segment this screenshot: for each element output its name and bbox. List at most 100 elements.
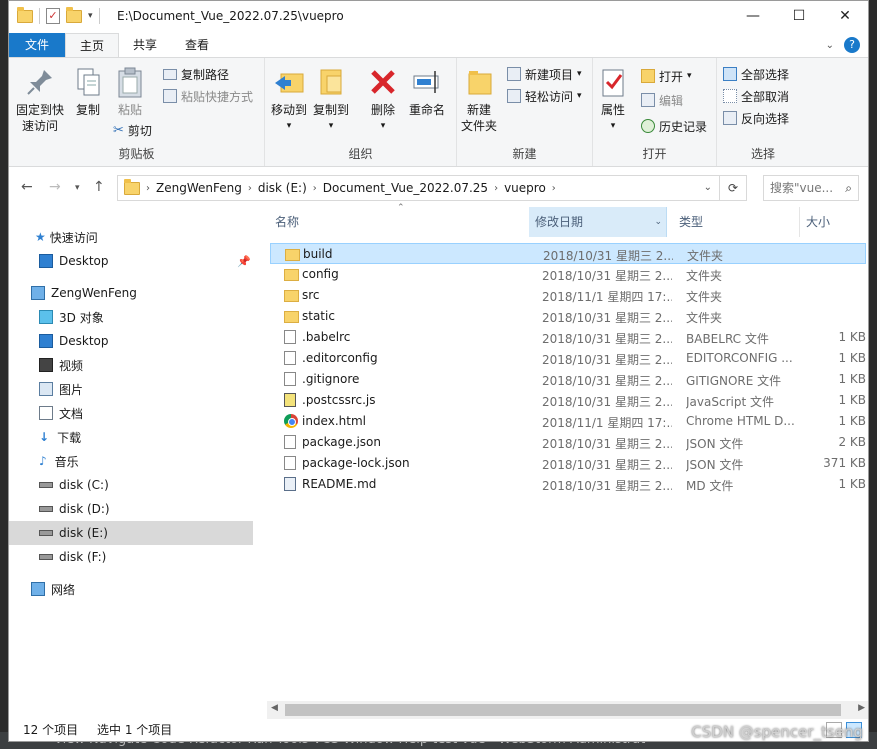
copy-to-button[interactable]: 复制到 ▾ xyxy=(311,66,351,134)
network-icon xyxy=(31,582,45,596)
table-row[interactable]: .editorconfig 2018/10/31 星期三 2... EDITORCO… xyxy=(270,348,866,369)
table-row[interactable]: .babelrc 2018/10/31 星期三 2... BABELRC 文件 1 K… xyxy=(270,327,866,348)
column-header-type[interactable]: 类型 xyxy=(679,207,789,237)
nav-pictures[interactable]: 图片 xyxy=(9,377,253,401)
nav-downloads[interactable]: ↓ 下载 xyxy=(9,425,253,449)
column-header-size[interactable]: 大小 xyxy=(799,207,859,237)
help-icon[interactable]: ? xyxy=(844,37,860,53)
maximize-button[interactable]: ☐ xyxy=(776,1,822,31)
easy-access-button[interactable]: 轻松访问 ▾ xyxy=(507,86,582,106)
column-header-name[interactable]: 名称 xyxy=(275,207,525,237)
breadcrumb-separator-icon[interactable]: › xyxy=(248,183,252,194)
nav-label: 图片 xyxy=(59,382,84,397)
copy-path-button[interactable]: 复制路径 xyxy=(163,64,229,84)
nav-disk-e[interactable]: disk (E:) xyxy=(9,521,253,545)
copy-to-icon xyxy=(315,66,347,98)
close-button[interactable]: ✕ xyxy=(822,1,868,31)
scroll-left-icon[interactable]: ◀ xyxy=(271,703,278,713)
breadcrumb-item[interactable]: vuepro xyxy=(504,181,546,195)
address-bar[interactable]: › ZengWenFeng › disk (E:) › Document_Vue… xyxy=(117,175,747,201)
breadcrumb-item[interactable]: disk (E:) xyxy=(258,181,307,195)
nav-disk-f[interactable]: disk (F:) xyxy=(9,545,253,569)
delete-button[interactable]: 删除 ▾ xyxy=(367,66,399,134)
paste-shortcut-icon xyxy=(163,89,177,103)
table-row[interactable]: static 2018/10/31 星期三 2... 文件夹 xyxy=(270,306,866,327)
nav-quick-access[interactable]: ★ 快速访问 xyxy=(9,225,253,249)
chevron-down-icon[interactable]: ▾ xyxy=(88,11,93,21)
new-folder-button[interactable]: 新建 文件夹 xyxy=(459,66,499,134)
table-row[interactable]: build 2018/10/31 星期三 2... 文件夹 xyxy=(270,243,866,264)
refresh-button[interactable]: ⟳ xyxy=(719,175,747,201)
expand-ribbon-chevron-icon[interactable]: ⌄ xyxy=(826,40,834,51)
nav-desktop[interactable]: Desktop xyxy=(9,329,253,353)
breadcrumb-separator-icon[interactable]: › xyxy=(552,183,556,194)
back-arrow-icon[interactable]: ← xyxy=(21,179,33,195)
tab-view[interactable]: 查看 xyxy=(171,33,223,57)
nav-label: 3D 对象 xyxy=(59,310,104,325)
breadcrumb-separator-icon[interactable]: › xyxy=(494,183,498,194)
nav-network[interactable]: 网络 xyxy=(9,577,253,601)
history-button[interactable]: 历史记录 xyxy=(641,116,707,136)
copy-button[interactable]: 复制 xyxy=(71,66,105,118)
nav-desktop-pinned[interactable]: Desktop 📌 xyxy=(9,249,253,273)
breadcrumb-separator-icon[interactable]: › xyxy=(313,183,317,194)
nav-disk-c[interactable]: disk (C:) xyxy=(9,473,253,497)
open-button[interactable]: 打开 ▾ xyxy=(641,66,692,86)
paste-button[interactable]: 粘贴 xyxy=(113,66,147,118)
new-folder-icon[interactable] xyxy=(66,6,82,23)
address-history-chevron-icon[interactable]: ⌄ xyxy=(704,182,712,193)
rename-button[interactable]: 重命名 xyxy=(407,66,447,118)
nav-label: 音乐 xyxy=(54,454,79,469)
file-size: 1 KB xyxy=(838,372,866,386)
folder-icon xyxy=(284,290,299,302)
tab-home[interactable]: 主页 xyxy=(65,33,120,57)
tab-share[interactable]: 共享 xyxy=(119,33,171,57)
file-type: MD 文件 xyxy=(686,479,734,493)
properties-button[interactable]: 属性 ▾ xyxy=(597,66,629,134)
nav-documents[interactable]: 文档 xyxy=(9,401,253,425)
forward-arrow-icon[interactable]: → xyxy=(49,179,61,195)
scroll-right-icon[interactable]: ▶ xyxy=(858,703,865,713)
chevron-down-icon[interactable]: ⌄ xyxy=(654,207,662,237)
nav-3d-objects[interactable]: 3D 对象 xyxy=(9,305,253,329)
select-none-button[interactable]: 全部取消 xyxy=(723,86,789,106)
table-row[interactable]: README.md 2018/10/31 星期三 2... MD 文件 1 KB xyxy=(270,474,866,495)
nav-this-pc[interactable]: ZengWenFeng xyxy=(9,281,253,305)
table-row[interactable]: index.html 2018/11/1 星期四 17:... Chrome HTM… xyxy=(270,411,866,432)
nav-videos[interactable]: 视频 xyxy=(9,353,253,377)
search-input[interactable]: 搜索"vue... ⌕ xyxy=(763,175,859,201)
file-name: .editorconfig xyxy=(302,351,378,365)
history-label: 历史记录 xyxy=(659,119,708,134)
file-name: package-lock.json xyxy=(302,456,410,470)
table-row[interactable]: package-lock.json 2018/10/31 星期三 2... JSON… xyxy=(270,453,866,474)
breadcrumb-item[interactable]: ZengWenFeng xyxy=(156,181,242,195)
breadcrumb-item[interactable]: Document_Vue_2022.07.25 xyxy=(323,181,488,195)
paste-shortcut-button[interactable]: 粘贴快捷方式 xyxy=(163,86,253,106)
move-to-button[interactable]: 移动到 ▾ xyxy=(269,66,309,134)
breadcrumb-separator-icon[interactable]: › xyxy=(146,183,150,194)
nav-disk-d[interactable]: disk (D:) xyxy=(9,497,253,521)
edit-button[interactable]: 编辑 xyxy=(641,90,683,110)
minimize-button[interactable]: — xyxy=(730,1,776,31)
ribbon-tabs: 文件 主页 共享 查看 ⌄ ? xyxy=(9,33,868,57)
file-name: src xyxy=(302,288,320,302)
table-row[interactable]: config 2018/10/31 星期三 2... 文件夹 xyxy=(270,264,866,285)
horizontal-scrollbar[interactable]: ◀ ▶ xyxy=(267,701,868,719)
table-row[interactable]: .gitignore 2018/10/31 星期三 2... GITIGNORE 文… xyxy=(270,369,866,390)
properties-check-icon[interactable]: ✓ xyxy=(46,8,60,24)
recent-locations-chevron-icon[interactable]: ▾ xyxy=(75,183,80,193)
invert-selection-button[interactable]: 反向选择 xyxy=(723,108,789,128)
table-row[interactable]: .postcssrc.js 2018/10/31 星期三 2... JavaScri… xyxy=(270,390,866,411)
column-header-date[interactable]: 修改日期 ⌄ xyxy=(529,207,667,237)
up-arrow-icon[interactable]: ↑ xyxy=(93,179,105,195)
tab-file[interactable]: 文件 xyxy=(9,33,65,57)
new-item-button[interactable]: 新建项目 ▾ xyxy=(507,64,582,84)
table-row[interactable]: package.json 2018/10/31 星期三 2... JSON 文件 2 … xyxy=(270,432,866,453)
pin-icon[interactable]: 📌 xyxy=(237,255,251,268)
pin-quick-access-button[interactable]: 固定到快 速访问 xyxy=(15,66,65,134)
scrollbar-thumb[interactable] xyxy=(285,704,841,716)
cut-button[interactable]: ✂ 剪切 xyxy=(113,120,152,140)
nav-music[interactable]: ♪ 音乐 xyxy=(9,449,253,473)
select-all-button[interactable]: 全部选择 xyxy=(723,64,789,84)
table-row[interactable]: src 2018/11/1 星期四 17:... 文件夹 xyxy=(270,285,866,306)
